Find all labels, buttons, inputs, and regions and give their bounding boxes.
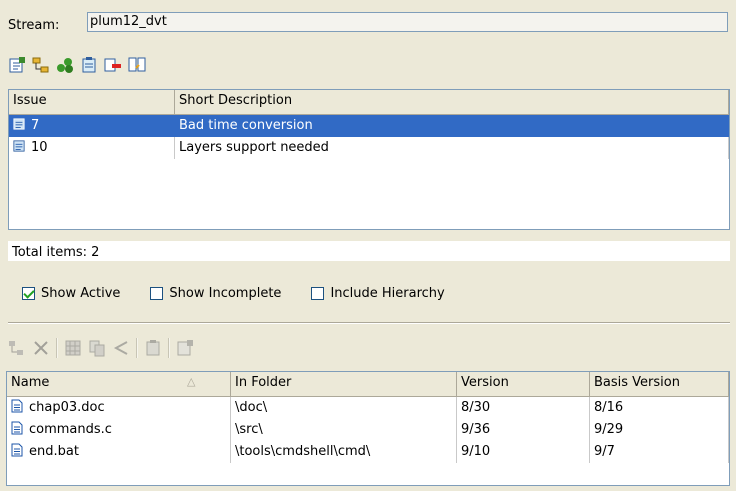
files-table: Name △ In Folder Version Basis Version c… xyxy=(6,371,730,486)
show-incomplete-checkbox[interactable]: Show Incomplete xyxy=(150,286,281,301)
issue-row[interactable]: 7 Bad time conversion xyxy=(9,115,729,137)
stream-issues-panel: Stream: plum12_dvt Issue Short Descripti… xyxy=(0,0,736,491)
issue-id-cell: 7 xyxy=(9,115,175,137)
issue-row[interactable]: 10 Layers support needed xyxy=(9,137,729,159)
file-row[interactable]: chap03.doc \doc\ 8/30 8/16 xyxy=(7,397,729,419)
document-icon xyxy=(11,421,23,435)
compare-issues-icon[interactable] xyxy=(128,56,146,74)
issue-description-cell: Bad time conversion xyxy=(175,115,729,137)
issue-icon xyxy=(13,140,25,152)
folder-column-header[interactable]: In Folder xyxy=(231,372,457,396)
file-basis-version-cell: 9/7 xyxy=(590,441,729,463)
stream-input[interactable]: plum12_dvt xyxy=(87,12,728,32)
file-name-cell: end.bat xyxy=(7,441,231,463)
basis-version-column-header[interactable]: Basis Version xyxy=(590,372,729,396)
issue-column-header[interactable]: Issue xyxy=(9,90,175,114)
file-hierarchy-icon[interactable] xyxy=(8,339,26,357)
file-version-cell: 8/30 xyxy=(457,397,590,419)
copy-icon[interactable] xyxy=(88,339,106,357)
sort-ascending-icon: △ xyxy=(187,375,196,388)
file-folder-cell: \doc\ xyxy=(231,397,457,419)
file-folder-cell: \src\ xyxy=(231,419,457,441)
issue-icon xyxy=(13,118,25,130)
divider xyxy=(8,322,730,324)
include-hierarchy-box-icon[interactable] xyxy=(311,287,325,300)
remove-issue-icon[interactable] xyxy=(104,56,122,74)
add-issues-icon[interactable] xyxy=(56,56,74,74)
document-icon xyxy=(11,399,23,413)
file-name-cell: chap03.doc xyxy=(7,397,231,419)
file-basis-version-cell: 9/29 xyxy=(590,419,729,441)
toolbar-separator xyxy=(56,338,58,358)
issues-toolbar xyxy=(8,53,146,77)
description-column-header[interactable]: Short Description xyxy=(175,90,729,114)
version-column-header[interactable]: Version xyxy=(457,372,590,396)
issue-hierarchy-icon[interactable] xyxy=(32,56,50,74)
total-items-label: Total items: 2 xyxy=(8,241,730,261)
file-row[interactable]: end.bat \tools\cmdshell\cmd\ 9/10 9/7 xyxy=(7,441,729,463)
stream-label: Stream: xyxy=(8,18,60,33)
show-active-checkmark-icon[interactable] xyxy=(22,287,35,300)
toolbar-separator xyxy=(168,338,170,358)
grid-view-icon[interactable] xyxy=(64,339,82,357)
show-active-checkbox[interactable]: Show Active xyxy=(22,286,120,301)
merge-icon[interactable] xyxy=(112,339,130,357)
file-list-icon[interactable] xyxy=(144,339,162,357)
issue-description-cell: Layers support needed xyxy=(175,137,729,159)
issues-table-header: Issue Short Description xyxy=(9,90,729,115)
file-version-cell: 9/10 xyxy=(457,441,590,463)
delete-icon[interactable] xyxy=(32,339,50,357)
file-basis-version-cell: 8/16 xyxy=(590,397,729,419)
file-version-cell: 9/36 xyxy=(457,419,590,441)
files-toolbar xyxy=(8,336,194,360)
show-incomplete-box-icon[interactable] xyxy=(150,287,164,300)
issues-table: Issue Short Description 7 Bad time conve… xyxy=(8,89,730,230)
filter-options: Show Active Show Incomplete Include Hier… xyxy=(22,286,445,301)
include-hierarchy-checkbox[interactable]: Include Hierarchy xyxy=(311,286,445,301)
issue-list-icon[interactable] xyxy=(80,56,98,74)
files-table-header: Name △ In Folder Version Basis Version xyxy=(7,372,729,397)
document-icon xyxy=(11,443,23,457)
file-row[interactable]: commands.c \src\ 9/36 9/29 xyxy=(7,419,729,441)
toolbar-separator xyxy=(136,338,138,358)
file-folder-cell: \tools\cmdshell\cmd\ xyxy=(231,441,457,463)
name-column-header[interactable]: Name △ xyxy=(7,372,231,396)
issue-id-cell: 10 xyxy=(9,137,175,159)
file-name-cell: commands.c xyxy=(7,419,231,441)
issue-properties-icon[interactable] xyxy=(8,56,26,74)
file-properties-icon[interactable] xyxy=(176,339,194,357)
